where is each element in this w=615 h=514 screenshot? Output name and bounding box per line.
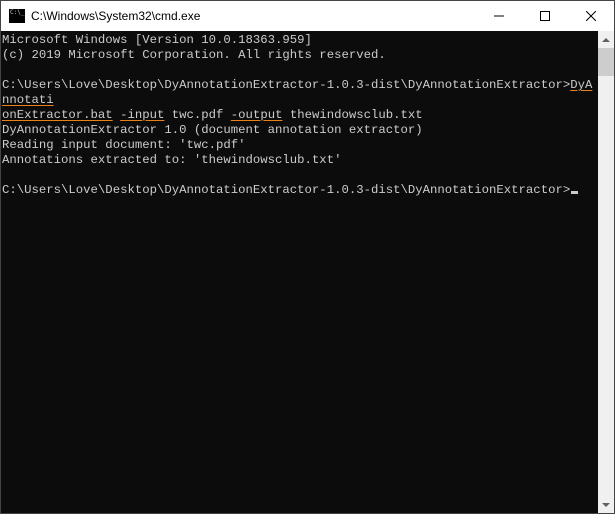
- chevron-up-icon: [602, 36, 610, 44]
- scrollbar[interactable]: [598, 31, 614, 513]
- command-arg: thewindowsclub.txt: [282, 108, 422, 122]
- window-controls: [476, 1, 614, 31]
- banner-line: Microsoft Windows [Version 10.0.18363.95…: [2, 33, 312, 47]
- output-line: Reading input document: 'twc.pdf': [2, 138, 246, 152]
- terminal-output[interactable]: Microsoft Windows [Version 10.0.18363.95…: [1, 31, 598, 513]
- minimize-icon: [494, 11, 504, 21]
- cmd-icon: [9, 9, 25, 23]
- close-icon: [586, 11, 596, 21]
- command-flag: -input: [120, 108, 164, 122]
- window-title: C:\Windows\System32\cmd.exe: [31, 9, 476, 23]
- prompt-path: C:\Users\Love\Desktop\DyAnnotationExtrac…: [2, 78, 570, 92]
- command-arg: twc.pdf: [164, 108, 230, 122]
- scroll-track[interactable]: [598, 48, 614, 496]
- cmd-window: C:\Windows\System32\cmd.exe Microsoft Wi…: [0, 0, 615, 514]
- minimize-button[interactable]: [476, 1, 522, 31]
- maximize-icon: [540, 11, 550, 21]
- scroll-up-button[interactable]: [598, 31, 614, 48]
- prompt-path: C:\Users\Love\Desktop\DyAnnotationExtrac…: [2, 183, 570, 197]
- titlebar[interactable]: C:\Windows\System32\cmd.exe: [1, 1, 614, 31]
- output-line: Annotations extracted to: 'thewindowsclu…: [2, 153, 341, 167]
- maximize-button[interactable]: [522, 1, 568, 31]
- command-flag: -output: [231, 108, 283, 122]
- banner-line: (c) 2019 Microsoft Corporation. All righ…: [2, 48, 386, 62]
- scroll-down-button[interactable]: [598, 496, 614, 513]
- terminal-area: Microsoft Windows [Version 10.0.18363.95…: [1, 31, 614, 513]
- command-part: onExtractor.bat: [2, 108, 113, 122]
- chevron-down-icon: [602, 501, 610, 509]
- scroll-thumb[interactable]: [598, 48, 614, 76]
- text-cursor: [571, 191, 578, 194]
- close-button[interactable]: [568, 1, 614, 31]
- output-line: DyAnnotationExtractor 1.0 (document anno…: [2, 123, 423, 137]
